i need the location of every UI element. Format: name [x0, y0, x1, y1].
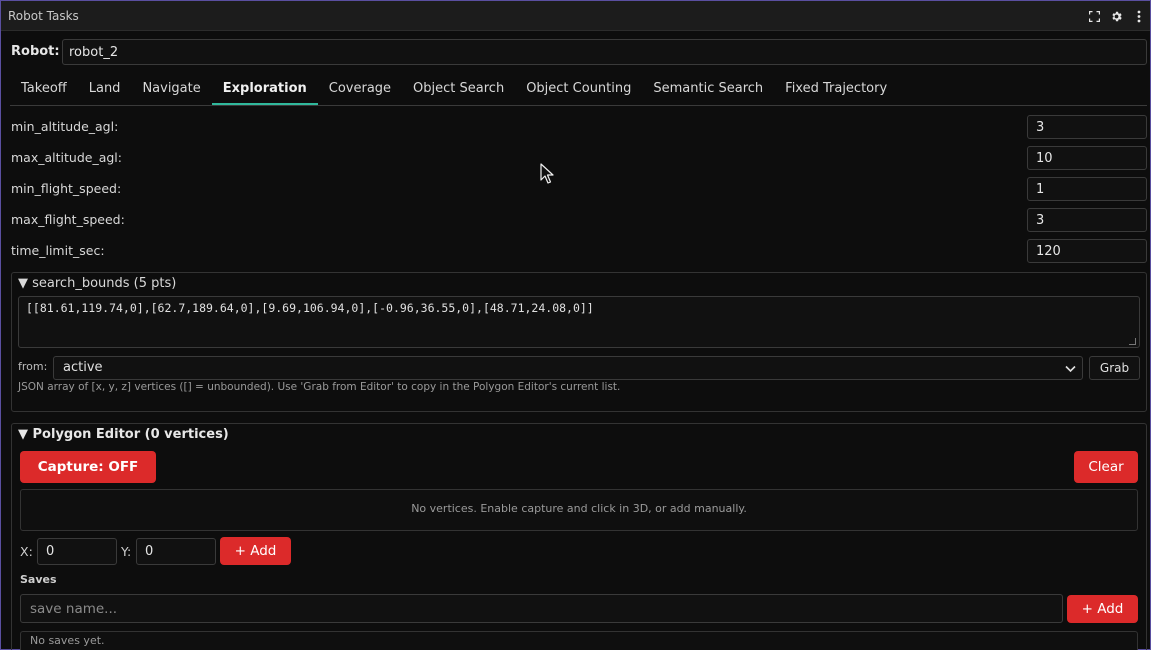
mouse-cursor-icon [540, 163, 554, 189]
time-limit-input[interactable] [1027, 239, 1147, 263]
saves-list: No saves yet. [20, 631, 1138, 650]
capture-toggle-button[interactable]: Capture: OFF [20, 451, 156, 483]
chevron-down-icon [1065, 361, 1076, 383]
max-altitude-label: max_altitude_agl: [11, 150, 122, 165]
tab-object-counting[interactable]: Object Counting [515, 72, 642, 105]
from-label: from: [18, 360, 48, 373]
polygon-editor-header[interactable]: ▼ Polygon Editor (0 vertices) [18, 427, 229, 442]
x-input[interactable] [37, 538, 117, 565]
search-bounds-json-input[interactable]: [[81.61,119.74,0],[62.7,189.64,0],[9.69,… [18, 296, 1140, 348]
min-altitude-label: min_altitude_agl: [11, 119, 119, 134]
robot-input[interactable] [62, 39, 1147, 65]
tab-coverage[interactable]: Coverage [318, 72, 402, 105]
title-bar: Robot Tasks [1, 1, 1150, 31]
gear-icon[interactable] [1109, 8, 1124, 24]
tab-navigate[interactable]: Navigate [131, 72, 211, 105]
from-select[interactable]: active [53, 356, 1083, 380]
min-flight-speed-label: min_flight_speed: [11, 181, 122, 196]
add-save-button[interactable]: + Add [1067, 595, 1138, 623]
y-label: Y: [121, 544, 132, 559]
from-select-value: active [63, 360, 103, 375]
min-altitude-input[interactable] [1027, 115, 1147, 139]
saves-title: Saves [20, 573, 57, 586]
y-input[interactable] [136, 538, 216, 565]
search-bounds-header[interactable]: ▼ search_bounds (5 pts) [18, 276, 176, 291]
robot-tasks-panel: Robot Tasks Robot: Takeoff Land Navigate… [0, 0, 1151, 650]
tab-takeoff[interactable]: Takeoff [10, 72, 78, 105]
window-title: Robot Tasks [8, 9, 79, 23]
time-limit-label: time_limit_sec: [11, 243, 105, 258]
vertex-empty-text: No vertices. Enable capture and click in… [411, 502, 747, 515]
resize-grip-icon[interactable] [1129, 338, 1136, 345]
kebab-menu-icon[interactable] [1131, 8, 1146, 24]
saves-empty-text: No saves yet. [30, 634, 105, 647]
robot-label: Robot: [11, 44, 60, 59]
max-flight-speed-label: max_flight_speed: [11, 212, 125, 227]
search-bounds-hint: JSON array of [x, y, z] vertices ([] = u… [18, 381, 621, 393]
max-flight-speed-input[interactable] [1027, 208, 1147, 232]
tab-fixed-trajectory[interactable]: Fixed Trajectory [774, 72, 898, 105]
clear-button[interactable]: Clear [1074, 451, 1138, 483]
vertex-list: No vertices. Enable capture and click in… [20, 489, 1138, 531]
search-bounds-section: ▼ search_bounds (5 pts) [[81.61,119.74,0… [11, 272, 1147, 412]
tab-semantic-search[interactable]: Semantic Search [642, 72, 774, 105]
min-flight-speed-input[interactable] [1027, 177, 1147, 201]
task-tabs: Takeoff Land Navigate Exploration Covera… [10, 72, 1147, 106]
max-altitude-input[interactable] [1027, 146, 1147, 170]
robot-row: Robot: [11, 39, 1147, 65]
add-vertex-button[interactable]: + Add [220, 537, 291, 565]
tab-object-search[interactable]: Object Search [402, 72, 515, 105]
grab-button[interactable]: Grab [1089, 356, 1140, 380]
search-bounds-json-text: [[81.61,119.74,0],[62.7,189.64,0],[9.69,… [26, 301, 594, 315]
tab-land[interactable]: Land [78, 72, 132, 105]
x-label: X: [20, 544, 33, 559]
fullscreen-icon[interactable] [1087, 8, 1102, 24]
save-name-input[interactable] [20, 594, 1063, 623]
tab-exploration[interactable]: Exploration [211, 72, 318, 105]
